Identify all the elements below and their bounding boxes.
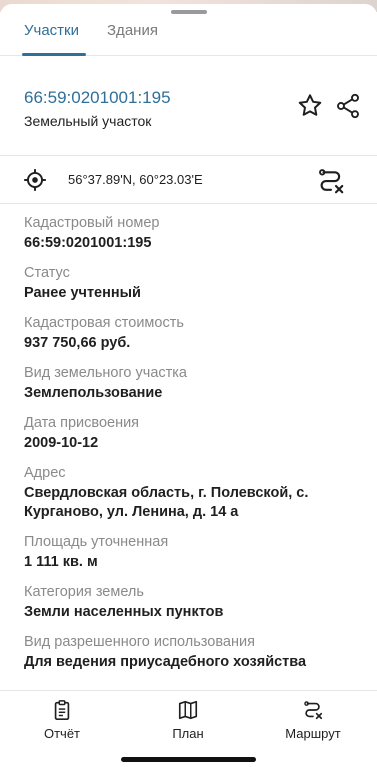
property-value: Для ведения приусадебного хозяйства: [24, 654, 307, 670]
locate-icon[interactable]: [22, 167, 50, 195]
route-icon: [263, 699, 363, 721]
property-area: Площадь уточненная 1 111 кв. м: [24, 533, 364, 572]
sheet-grabber[interactable]: [171, 10, 207, 14]
nav-route-label: Маршрут: [285, 726, 341, 741]
property-address: Адрес Свердловская область, г. Полевской…: [24, 464, 364, 522]
map-icon: [138, 699, 238, 721]
property-land-category: Категория земель Земли населенных пункто…: [24, 583, 364, 622]
route-clear-icon[interactable]: [316, 166, 344, 194]
tab-parcels[interactable]: Участки: [24, 22, 79, 39]
nav-plan-label: План: [172, 726, 204, 741]
object-type-label: Земельный участок: [24, 113, 152, 129]
star-icon[interactable]: [296, 92, 324, 120]
coordinates-text: 56°37.89'N, 60°23.03'E: [68, 172, 203, 187]
property-value: Земли населенных пунктов: [24, 604, 224, 620]
property-label: Вид разрешенного использования: [24, 634, 255, 650]
home-indicator: [121, 757, 256, 762]
cadastral-number-link[interactable]: 66:59:0201001:195: [24, 88, 171, 108]
tab-buildings[interactable]: Здания: [107, 22, 158, 39]
nav-route[interactable]: Маршрут: [263, 699, 363, 741]
property-value: Землепользование: [24, 385, 163, 401]
property-value: 2009-10-12: [24, 435, 99, 451]
property-label: Категория земель: [24, 584, 144, 600]
property-status: Статус Ранее учтенный: [24, 264, 364, 303]
tab-bar: Участки Здания: [0, 16, 377, 56]
nav-report-label: Отчёт: [43, 726, 81, 741]
property-label: Вид земельного участка: [24, 365, 187, 381]
coordinates-row: 56°37.89'N, 60°23.03'E: [0, 156, 377, 204]
property-label: Кадастровый номер: [24, 215, 160, 231]
property-label: Площадь уточненная: [24, 534, 169, 550]
property-parcel-kind: Вид земельного участка Землепользование: [24, 364, 364, 403]
nav-plan[interactable]: План: [138, 699, 238, 741]
property-label: Дата присвоения: [24, 415, 140, 431]
property-cadastral-number: Кадастровый номер 66:59:0201001:195: [24, 214, 364, 253]
object-header: 66:59:0201001:195 Земельный участок: [0, 56, 377, 156]
property-label: Адрес: [24, 465, 66, 481]
info-sheet: Участки Здания 66:59:0201001:195 Земельн…: [0, 4, 377, 767]
property-permitted-use: Вид разрешенного использования Для веден…: [24, 633, 364, 672]
property-value: 937 750,66 руб.: [24, 335, 131, 351]
property-value: 66:59:0201001:195: [24, 235, 152, 251]
property-cadastral-value: Кадастровая стоимость 937 750,66 руб.: [24, 314, 364, 353]
clipboard-icon: [12, 699, 112, 721]
bottom-navigation: Отчёт План Маршрут: [0, 690, 377, 767]
nav-report[interactable]: Отчёт: [12, 699, 112, 741]
property-value: Свердловская область, г. Полевской, с. К…: [24, 485, 309, 520]
property-list: Кадастровый номер 66:59:0201001:195 Стат…: [24, 214, 364, 683]
property-assignment-date: Дата присвоения 2009-10-12: [24, 414, 364, 453]
property-value: 1 111 кв. м: [24, 554, 98, 570]
share-icon[interactable]: [334, 92, 362, 120]
property-label: Кадастровая стоимость: [24, 315, 184, 331]
property-label: Статус: [24, 265, 70, 281]
property-value: Ранее учтенный: [24, 285, 141, 301]
